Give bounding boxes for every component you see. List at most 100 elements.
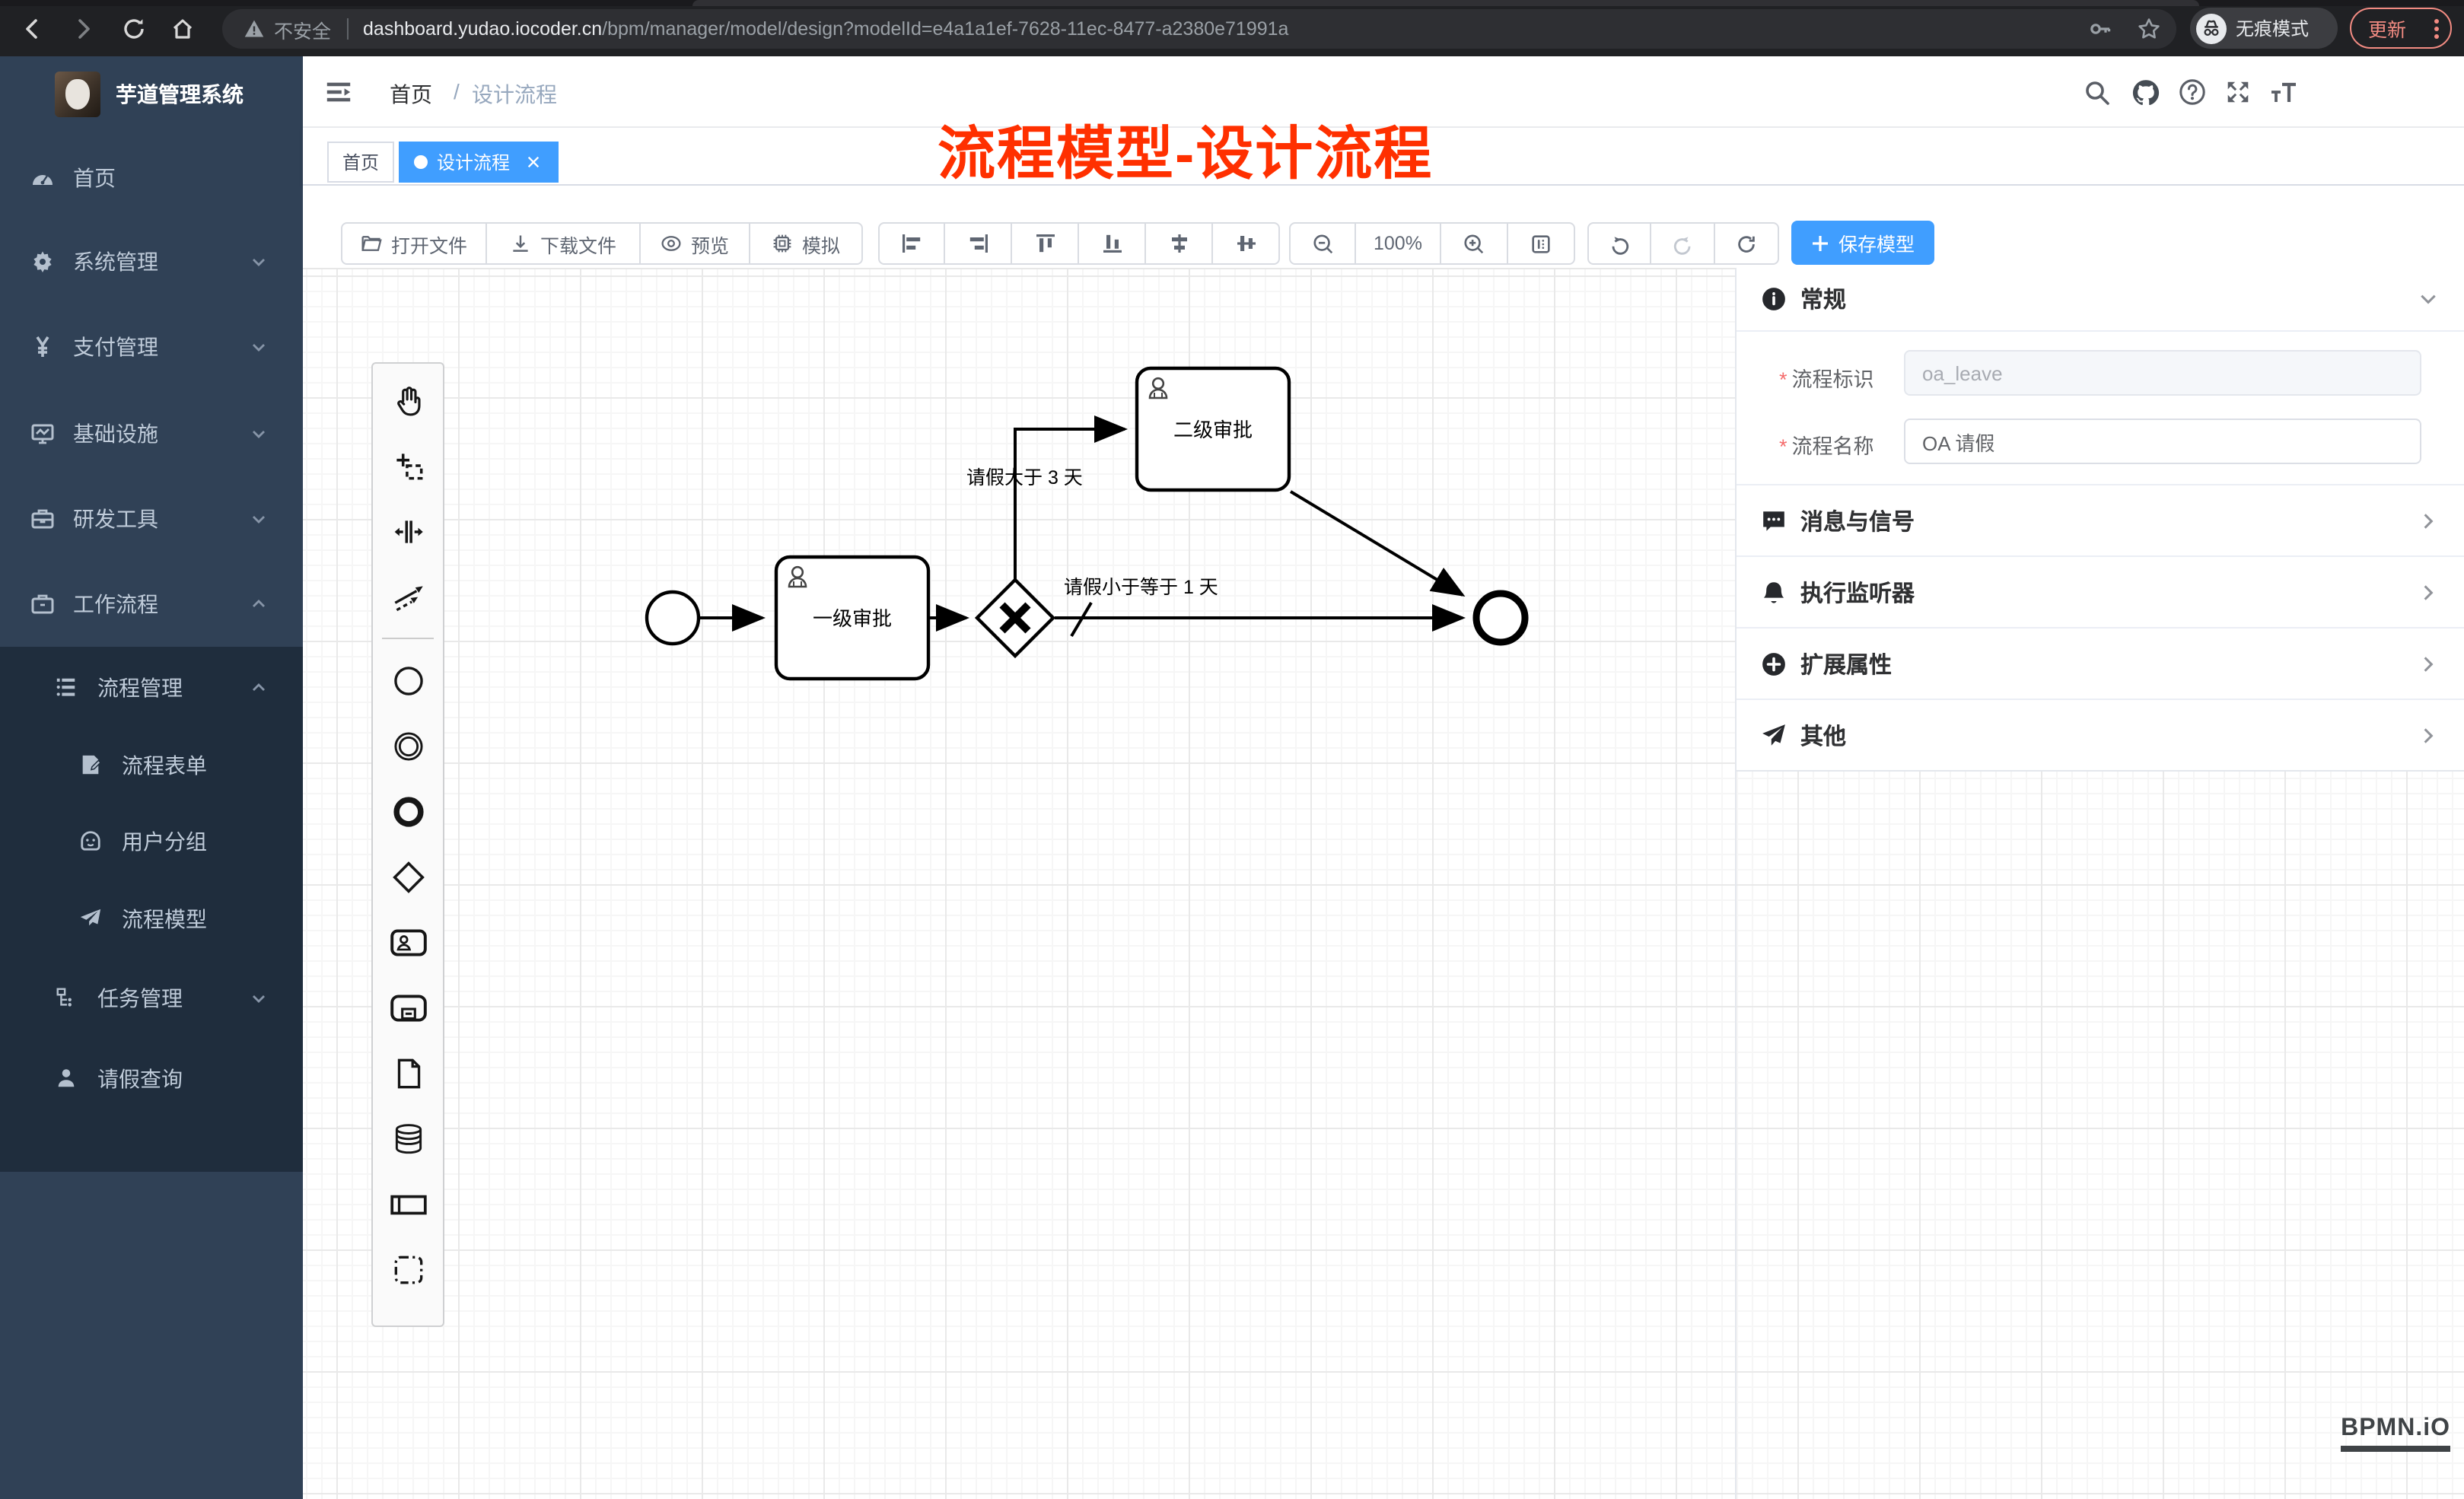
end-event-node[interactable]	[1476, 594, 1525, 642]
incognito-badge[interactable]: 无痕模式	[2190, 8, 2338, 49]
sidebar: 芋道管理系统 首页 系统管理 支付管理 基础设施 研发工具	[0, 56, 303, 1499]
sidebar-item-process-form[interactable]: 流程表单	[0, 732, 303, 799]
simulate-button[interactable]: 模拟	[750, 222, 863, 265]
undo-icon[interactable]	[1587, 222, 1651, 265]
tab-home[interactable]: 首页	[327, 142, 394, 183]
tab-design-process[interactable]: 设计流程	[399, 142, 559, 183]
security-label[interactable]: 不安全	[274, 14, 331, 43]
sidebar-item-task-mgmt[interactable]: 任务管理	[0, 965, 303, 1032]
start-event-node[interactable]	[647, 592, 699, 644]
zoom-level-label: 100%	[1374, 233, 1422, 254]
hamburger-icon[interactable]	[315, 56, 361, 128]
browser-chrome: 不安全 dashboard.yudao.iocoder.cn/bpm/manag…	[0, 0, 2464, 56]
url-bar[interactable]: 不安全 dashboard.yudao.iocoder.cn/bpm/manag…	[222, 9, 2176, 49]
flow-label[interactable]: 请假小于等于 1 天	[1064, 577, 1218, 598]
align-right-icon[interactable]	[945, 222, 1012, 265]
sidebar-item-process-mgmt[interactable]: 流程管理	[0, 654, 303, 721]
sidebar-item-home[interactable]: 首页	[0, 145, 303, 212]
chevron-down-icon	[2418, 289, 2438, 309]
field-label: *流程标识	[1779, 362, 1874, 393]
sidebar-item-label: 系统管理	[73, 247, 158, 277]
user-task-node-1[interactable]: 一级审批	[776, 557, 928, 679]
section-general[interactable]: 常规	[1737, 268, 2464, 330]
key-icon[interactable]	[2088, 17, 2112, 41]
yen-icon	[30, 335, 55, 359]
sidebar-item-user-group[interactable]: 用户分组	[0, 808, 303, 875]
process-name-input[interactable]	[1904, 419, 2421, 464]
user-task-node-2[interactable]: 二级审批	[1137, 368, 1289, 490]
warning-triangle-icon[interactable]	[244, 18, 265, 40]
zoom-out-icon[interactable]	[1289, 222, 1356, 265]
zoom-button-group: 100%	[1289, 222, 1575, 265]
sidebar-item-label: 基础设施	[73, 419, 158, 449]
align-left-icon[interactable]	[878, 222, 945, 265]
forward-icon[interactable]	[64, 9, 103, 49]
download-file-button[interactable]: 下载文件	[487, 222, 641, 265]
save-model-button[interactable]: 保存模型	[1791, 221, 1934, 265]
sidebar-item-workflow[interactable]: 工作流程	[0, 571, 303, 638]
sidebar-item-label: 流程模型	[122, 904, 207, 934]
section-other[interactable]: 其他	[1737, 699, 2464, 770]
browser-update-button[interactable]: 更新	[2350, 8, 2452, 49]
incognito-icon	[2196, 13, 2227, 43]
breadcrumb-current: 设计流程	[472, 79, 557, 110]
annotation-text: 流程模型-设计流程	[938, 107, 1433, 190]
search-icon[interactable]	[2074, 56, 2120, 128]
redo-icon[interactable]	[1651, 222, 1715, 265]
button-label: 模拟	[802, 229, 840, 258]
preview-button[interactable]: 预览	[641, 222, 750, 265]
general-form: *流程标识 *流程名称	[1737, 330, 2464, 484]
save-label: 保存模型	[1838, 228, 1915, 257]
align-bottom-icon[interactable]	[1079, 222, 1146, 265]
align-center-vertical-icon[interactable]	[1213, 222, 1280, 265]
omnibox-divider	[346, 18, 348, 40]
sidebar-item-infra[interactable]: 基础设施	[0, 400, 303, 467]
sidebar-item-devtools[interactable]: 研发工具	[0, 485, 303, 552]
question-icon[interactable]	[2169, 56, 2214, 128]
close-icon[interactable]	[522, 151, 543, 173]
sidebar-item-process-model[interactable]: 流程模型	[0, 886, 303, 953]
fullscreen-icon[interactable]	[2214, 56, 2260, 128]
incognito-label: 无痕模式	[2236, 15, 2309, 41]
sidebar-item-payment[interactable]: 支付管理	[0, 313, 303, 380]
flow-label[interactable]: 请假大于 3 天	[966, 467, 1083, 489]
open-file-button[interactable]: 打开文件	[341, 222, 487, 265]
home-icon[interactable]	[163, 9, 202, 49]
more-vertical-icon[interactable]	[2434, 16, 2440, 40]
sidebar-item-leave-query[interactable]: 请假查询	[0, 1045, 303, 1112]
zoom-in-icon[interactable]	[1441, 222, 1508, 265]
url-domain: dashboard.yudao.iocoder.cn	[363, 18, 602, 40]
flow-task2-to-end[interactable]	[1291, 492, 1463, 595]
exclusive-gateway-node[interactable]	[977, 580, 1053, 656]
align-top-icon[interactable]	[1012, 222, 1079, 265]
sidebar-item-system[interactable]: 系统管理	[0, 228, 303, 295]
breadcrumb-home[interactable]: 首页	[390, 79, 432, 110]
dashboard-icon	[30, 166, 55, 190]
sidebar-item-label: 研发工具	[73, 504, 158, 534]
file-button-group: 打开文件 下载文件 预览 模拟	[341, 222, 863, 265]
reload-icon[interactable]	[114, 9, 154, 49]
process-key-input[interactable]	[1904, 350, 2421, 396]
section-messages[interactable]: 消息与信号	[1737, 484, 2464, 555]
sidebar-item-label: 任务管理	[97, 983, 183, 1014]
star-icon[interactable]	[2137, 17, 2161, 41]
section-execution-listeners[interactable]: 执行监听器	[1737, 555, 2464, 627]
gear-icon	[30, 250, 55, 274]
properties-panel: 常规 *流程标识 *流程名称 消息与信号 执行监听器	[1735, 268, 2464, 1499]
sidebar-logo[interactable]: 芋道管理系统	[0, 56, 303, 132]
align-center-horizontal-icon[interactable]	[1146, 222, 1213, 265]
browser-active-tab[interactable]	[692, 0, 2199, 6]
person-icon	[55, 1067, 79, 1091]
reset-zoom-icon[interactable]	[1508, 222, 1575, 265]
url-text[interactable]: dashboard.yudao.iocoder.cn/bpm/manager/m…	[363, 18, 1288, 40]
tab-label: 首页	[342, 149, 379, 175]
font-size-icon[interactable]	[2260, 56, 2306, 128]
section-extended-properties[interactable]: 扩展属性	[1737, 627, 2464, 699]
breadcrumb-separator: /	[454, 79, 460, 103]
restart-icon[interactable]	[1715, 222, 1779, 265]
back-icon[interactable]	[12, 9, 52, 49]
sidebar-item-label: 流程表单	[122, 750, 207, 781]
flow-gateway-to-task2[interactable]	[1015, 429, 1125, 580]
zoom-level[interactable]: 100%	[1356, 222, 1441, 265]
github-icon[interactable]	[2123, 56, 2169, 128]
